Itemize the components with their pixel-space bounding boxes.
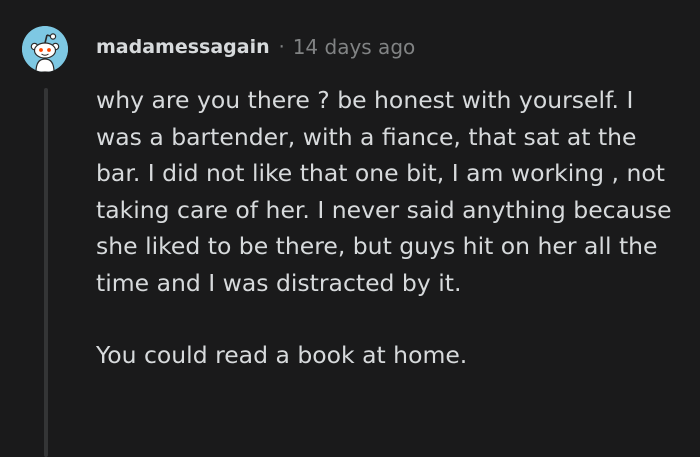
user-avatar[interactable] [22, 26, 68, 72]
thread-collapse-line[interactable] [44, 88, 48, 457]
comment-paragraph: You could read a book at home. [96, 341, 468, 369]
comment-timestamp[interactable]: 14 days ago [293, 35, 416, 59]
comment-meta: madamessagain · 14 days ago [96, 33, 415, 61]
meta-separator: · [278, 36, 285, 58]
comment: madamessagain · 14 days ago why are you … [0, 0, 700, 457]
comment-paragraph: why are you there ? be honest with yours… [96, 86, 672, 297]
snoo-avatar-icon [22, 26, 68, 72]
comment-body: why are you there ? be honest with yours… [96, 82, 686, 374]
username-link[interactable]: madamessagain [96, 36, 270, 58]
